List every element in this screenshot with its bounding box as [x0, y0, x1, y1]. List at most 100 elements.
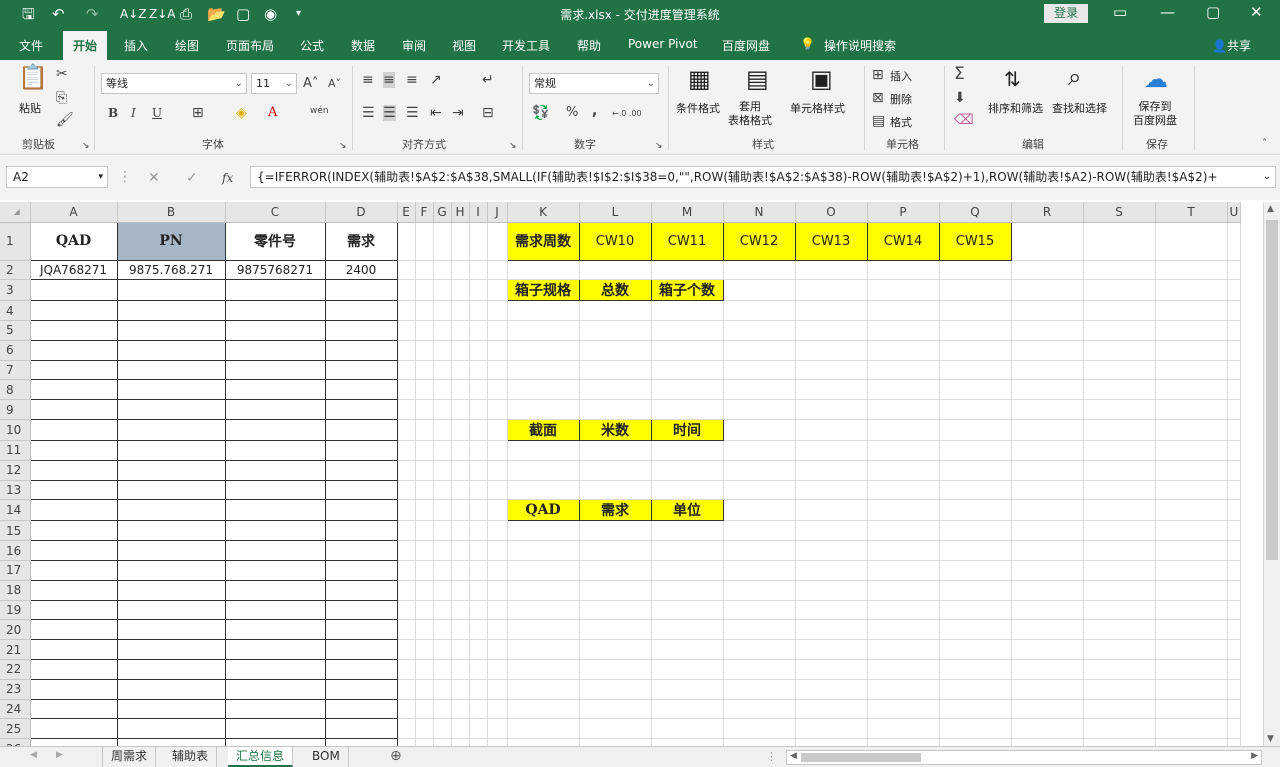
cell[interactable]	[469, 699, 488, 720]
cell[interactable]	[469, 639, 488, 661]
cell[interactable]	[723, 639, 796, 661]
tab-data[interactable]: 数据	[351, 37, 375, 54]
font-launcher-icon[interactable]: ↘	[339, 138, 347, 154]
baidu-disk-icon[interactable]: ☁	[1144, 66, 1168, 92]
cell[interactable]	[224, 639, 326, 661]
cell[interactable]	[1011, 718, 1084, 740]
merge-center-icon[interactable]: ⊟	[482, 105, 494, 121]
cell[interactable]	[116, 499, 226, 522]
cell[interactable]	[29, 419, 118, 442]
paste-icon[interactable]: 📋	[18, 64, 48, 90]
cell[interactable]	[487, 718, 508, 740]
cell[interactable]	[723, 560, 796, 581]
cell[interactable]	[324, 459, 398, 481]
cell[interactable]	[867, 440, 940, 461]
cell[interactable]	[1155, 499, 1228, 522]
cell[interactable]	[1083, 300, 1156, 322]
share-button[interactable]: 👤共享	[1212, 37, 1251, 54]
cell[interactable]	[433, 222, 452, 261]
cell[interactable]	[1227, 279, 1242, 302]
sheet-tab-helper[interactable]: 辅助表	[164, 747, 218, 767]
cell[interactable]	[116, 479, 226, 501]
cell[interactable]	[451, 300, 470, 322]
cell[interactable]	[487, 619, 508, 641]
cell[interactable]	[29, 619, 118, 641]
cell[interactable]	[433, 659, 452, 680]
cell[interactable]	[1227, 320, 1242, 341]
cell[interactable]	[397, 718, 416, 740]
cell[interactable]	[651, 300, 724, 322]
add-sheet-icon[interactable]: ⊕	[390, 748, 402, 764]
cell[interactable]	[1155, 440, 1228, 461]
tab-file[interactable]: 文件	[19, 37, 43, 54]
tab-review[interactable]: 审阅	[402, 37, 426, 54]
cell[interactable]	[116, 339, 226, 361]
cell[interactable]	[116, 619, 226, 641]
column-header[interactable]: S	[1083, 202, 1156, 223]
cell[interactable]	[116, 579, 226, 601]
cell[interactable]	[723, 440, 796, 461]
cell[interactable]	[795, 320, 868, 341]
cell[interactable]	[1011, 600, 1084, 621]
cell[interactable]	[324, 659, 398, 680]
cell[interactable]	[487, 440, 508, 461]
conditional-format-button[interactable]: 条件格式	[676, 100, 720, 116]
align-right-icon[interactable]: ☰	[406, 105, 419, 121]
cell[interactable]: CW14	[866, 221, 940, 261]
cell[interactable]	[1227, 560, 1242, 581]
cell[interactable]	[116, 738, 226, 746]
row-header[interactable]: 23	[0, 679, 31, 700]
column-header[interactable]: D	[325, 202, 398, 223]
comma-style-button[interactable]: ,	[592, 103, 597, 119]
cell[interactable]	[795, 279, 868, 302]
cell[interactable]	[324, 560, 398, 581]
cell[interactable]	[507, 560, 580, 581]
cell[interactable]	[397, 738, 416, 746]
cell[interactable]	[1011, 419, 1084, 442]
cell[interactable]: 米数	[578, 419, 652, 442]
cell[interactable]	[939, 738, 1012, 746]
align-bottom-icon[interactable]: ≡	[406, 72, 418, 88]
cell[interactable]	[451, 499, 470, 522]
cell[interactable]	[1227, 222, 1242, 261]
cell[interactable]	[795, 619, 868, 641]
cell[interactable]	[469, 360, 488, 381]
cell[interactable]	[939, 440, 1012, 461]
cell[interactable]	[224, 300, 326, 322]
cell[interactable]	[795, 540, 868, 562]
cell[interactable]	[579, 718, 652, 740]
cell[interactable]	[1155, 560, 1228, 581]
cell[interactable]	[507, 300, 580, 322]
cell[interactable]	[469, 520, 488, 542]
hscroll-thumb[interactable]	[801, 753, 921, 762]
decrease-decimal-button[interactable]: .00 →.0	[640, 106, 641, 138]
cell[interactable]	[433, 399, 452, 421]
cell[interactable]: CW15	[938, 221, 1012, 261]
cell[interactable]	[579, 600, 652, 621]
cell[interactable]	[397, 360, 416, 381]
cell[interactable]	[1011, 279, 1084, 302]
cell[interactable]	[487, 639, 508, 661]
cell[interactable]	[1155, 379, 1228, 401]
cell[interactable]	[651, 738, 724, 746]
cell[interactable]	[324, 279, 398, 302]
cell[interactable]	[487, 419, 508, 442]
cell[interactable]	[795, 360, 868, 381]
cell[interactable]	[507, 639, 580, 661]
cell[interactable]	[1155, 600, 1228, 621]
row-header[interactable]: 10	[0, 419, 31, 442]
format-cells-button[interactable]: 格式	[890, 114, 912, 130]
cell[interactable]	[433, 560, 452, 581]
cell[interactable]	[795, 699, 868, 720]
cell[interactable]	[1227, 580, 1242, 601]
cell[interactable]	[469, 399, 488, 421]
select-all-corner[interactable]: ◢	[0, 202, 31, 223]
cell[interactable]	[415, 600, 434, 621]
cell[interactable]	[651, 619, 724, 641]
cell[interactable]	[867, 460, 940, 481]
cell[interactable]	[487, 600, 508, 621]
cell[interactable]	[1083, 320, 1156, 341]
cell[interactable]	[469, 560, 488, 581]
cell[interactable]	[1011, 340, 1084, 361]
cell[interactable]	[1155, 699, 1228, 720]
